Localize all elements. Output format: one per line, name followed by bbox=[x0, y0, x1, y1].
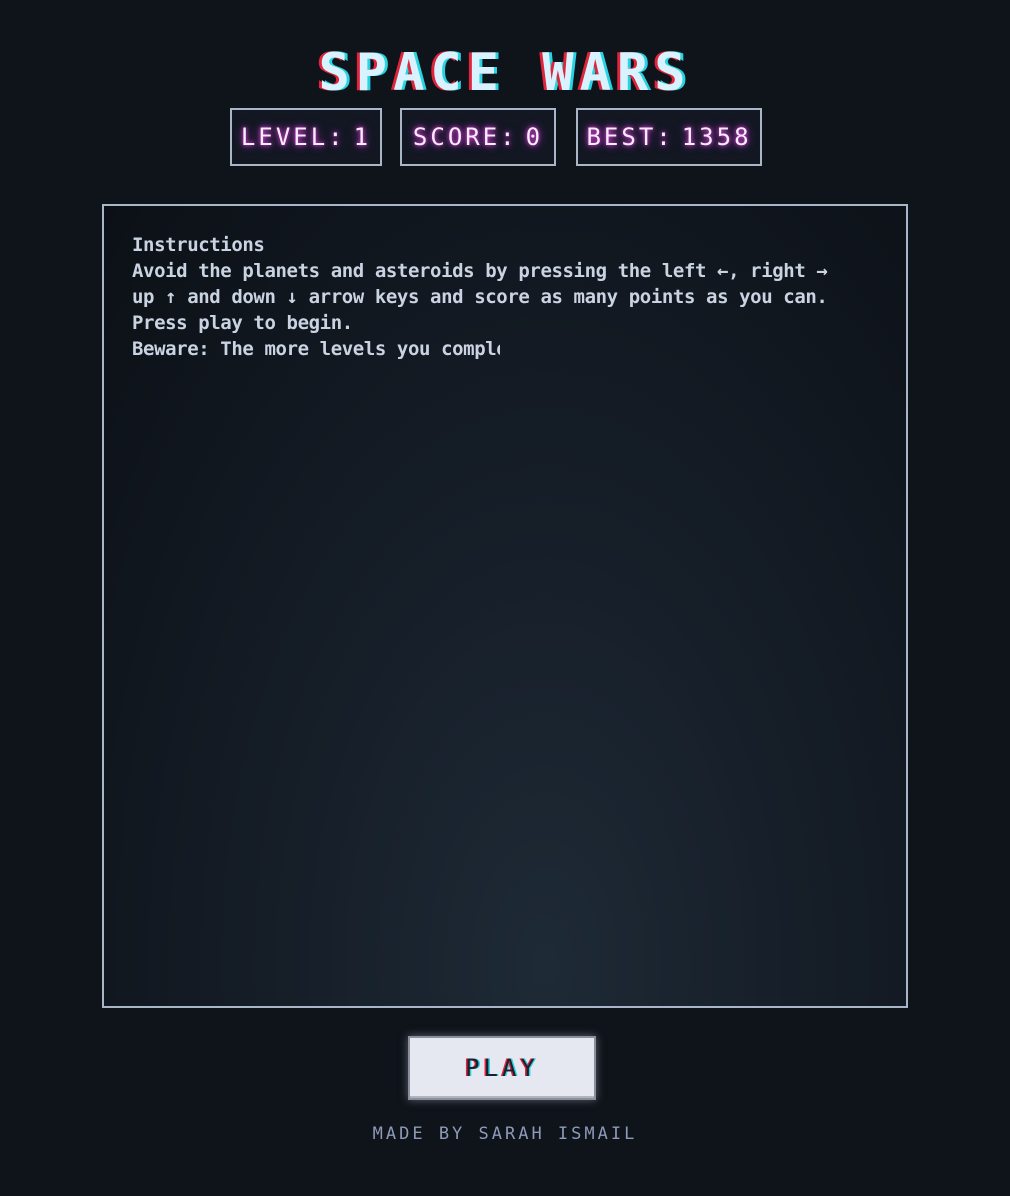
level-label: LEVEL: bbox=[240, 123, 346, 151]
instructions-line-4: Beware: The more levels you complet bbox=[132, 338, 500, 360]
instructions-line-2: up ↑ and down ↓ arrow keys and score as … bbox=[132, 286, 828, 308]
best-value: 1358 bbox=[681, 123, 752, 151]
game-board[interactable]: Instructions Avoid the planets and aster… bbox=[102, 204, 908, 1008]
level-value: 1 bbox=[353, 123, 372, 151]
author-credit: MADE BY SARAH ISMAIL bbox=[372, 1124, 638, 1144]
instructions-line-1: Avoid the planets and asteroids by press… bbox=[132, 260, 828, 282]
score-display: SCORE: 0 bbox=[400, 108, 556, 166]
instructions-panel: Instructions Avoid the planets and aster… bbox=[132, 232, 872, 362]
level-display: LEVEL: 1 bbox=[230, 108, 382, 166]
score-label: SCORE: bbox=[412, 123, 518, 151]
instructions-line-3: Press play to begin. bbox=[132, 312, 353, 334]
best-score-display: BEST: 1358 bbox=[576, 108, 762, 166]
game-title: SPACE WARS bbox=[318, 42, 692, 103]
best-label: BEST: bbox=[586, 123, 674, 151]
instructions-heading: Instructions bbox=[132, 234, 265, 256]
play-button[interactable]: PLAY bbox=[408, 1036, 596, 1100]
score-value: 0 bbox=[525, 123, 544, 151]
stats-bar: LEVEL: 1 SCORE: 0 BEST: 1358 bbox=[0, 108, 1010, 166]
